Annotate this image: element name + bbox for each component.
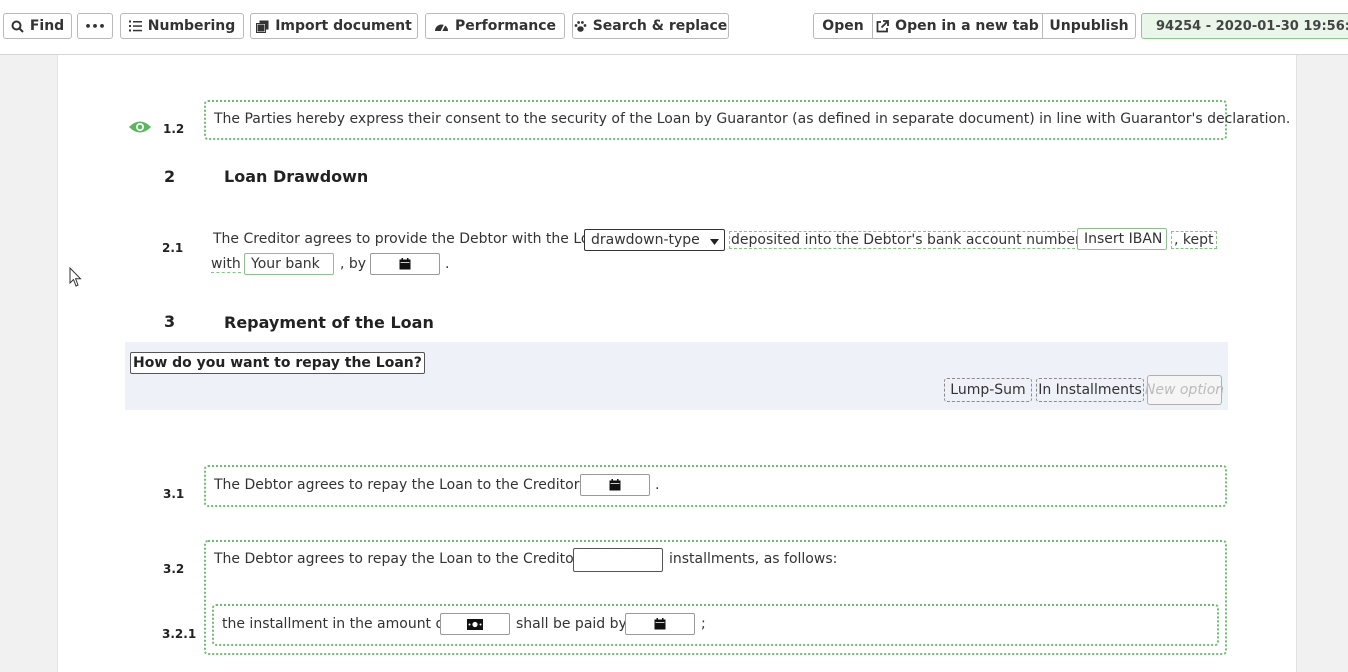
- iban-input[interactable]: Insert IBAN: [1077, 228, 1167, 250]
- clause-text: The Parties hereby express their consent…: [214, 111, 1291, 127]
- iban-placeholder: Insert IBAN: [1084, 231, 1163, 247]
- gauge-icon: [434, 24, 448, 31]
- search-replace-button[interactable]: Search & replace: [572, 13, 729, 39]
- amount-input[interactable]: [440, 613, 510, 635]
- section-title: Loan Drawdown: [224, 167, 369, 186]
- option-lump-sum[interactable]: Lump-Sum: [944, 378, 1032, 402]
- search-icon: [11, 20, 24, 33]
- version-label: 94254 - 2020-01-30 19:56:41 -: [1156, 18, 1348, 34]
- clause-text: , kept: [1171, 231, 1217, 249]
- clause-text: .: [655, 477, 660, 493]
- unpublish-label: Unpublish: [1049, 18, 1129, 34]
- clause-text: the installment in the amount of: [222, 616, 449, 632]
- clause-text: The Creditor agrees to provide the Debto…: [213, 231, 607, 247]
- calendar-icon: [609, 479, 621, 491]
- import-document-button[interactable]: Import document: [250, 13, 418, 39]
- open-new-tab-button[interactable]: Open in a new tab: [873, 13, 1043, 39]
- question-label[interactable]: How do you want to repay the Loan?: [130, 352, 425, 374]
- section-number: 3: [164, 312, 176, 331]
- clause-text: The Debtor agrees to repay the Loan to t…: [214, 551, 597, 567]
- section-number: 2: [164, 167, 176, 186]
- clause-number: 3.2.1: [162, 627, 197, 641]
- ellipsis-icon: •••: [84, 19, 106, 33]
- numbering-button[interactable]: Numbering: [120, 13, 244, 39]
- section-title: Repayment of the Loan: [224, 313, 434, 332]
- open-label: Open: [822, 18, 864, 34]
- eye-icon[interactable]: [128, 119, 152, 135]
- clause-text: , by: [340, 256, 367, 272]
- list-ol-icon: [128, 20, 142, 32]
- new-option-placeholder: New option: [1144, 382, 1225, 398]
- calendar-icon: [399, 258, 411, 270]
- import-document-label: Import document: [275, 18, 412, 34]
- find-button[interactable]: Find: [3, 13, 72, 39]
- toolbar: Find ••• Numbering Import document Perfo…: [0, 0, 1348, 55]
- clause-number: 3.2: [163, 562, 185, 576]
- publish-group: Open Open in a new tab Unpublish: [813, 13, 1136, 39]
- unpublish-button[interactable]: Unpublish: [1043, 13, 1136, 39]
- clause-number: 3.1: [163, 487, 185, 501]
- search-replace-label: Search & replace: [592, 18, 728, 34]
- clause-text: .: [445, 256, 450, 272]
- clause-text: with: [211, 256, 241, 273]
- paw-icon: [574, 20, 587, 32]
- performance-button[interactable]: Performance: [425, 13, 565, 39]
- numbering-label: Numbering: [147, 18, 236, 34]
- caret-down-icon: [710, 239, 719, 245]
- date-input[interactable]: [625, 613, 695, 635]
- clause-text: shall be paid by: [516, 616, 627, 632]
- copy-icon: [256, 20, 269, 33]
- option-in-installments[interactable]: In Installments: [1036, 378, 1144, 402]
- clause-text: The Debtor agrees to repay the Loan to t…: [214, 477, 602, 493]
- option-label: In Installments: [1038, 382, 1142, 398]
- bank-placeholder: Your bank: [251, 256, 320, 272]
- date-input[interactable]: [370, 253, 440, 275]
- clause-number: 1.2: [163, 122, 185, 136]
- select-value: drawdown-type: [591, 232, 700, 248]
- clause-text: installments, as follows:: [669, 551, 838, 567]
- calendar-icon: [654, 618, 666, 630]
- money-bill-icon: [467, 618, 483, 630]
- more-button[interactable]: •••: [77, 13, 113, 39]
- external-link-icon: [876, 19, 890, 32]
- clause-text: ;: [701, 616, 706, 632]
- clause-number: 2.1: [162, 241, 184, 255]
- bank-input[interactable]: Your bank: [244, 253, 334, 275]
- option-label: Lump-Sum: [950, 382, 1026, 398]
- open-button[interactable]: Open: [813, 13, 873, 39]
- find-label: Find: [29, 18, 65, 34]
- clause-text: deposited into the Debtor's bank account…: [729, 231, 1100, 249]
- open-new-tab-label: Open in a new tab: [895, 18, 1039, 34]
- installments-count-input[interactable]: [573, 548, 663, 572]
- version-badge[interactable]: 94254 - 2020-01-30 19:56:41 -: [1141, 13, 1348, 39]
- new-option-input[interactable]: New option: [1144, 375, 1225, 405]
- drawdown-type-select[interactable]: drawdown-type: [584, 229, 725, 251]
- date-input[interactable]: [580, 474, 650, 496]
- performance-label: Performance: [454, 18, 557, 34]
- mouse-cursor-icon: [69, 267, 82, 287]
